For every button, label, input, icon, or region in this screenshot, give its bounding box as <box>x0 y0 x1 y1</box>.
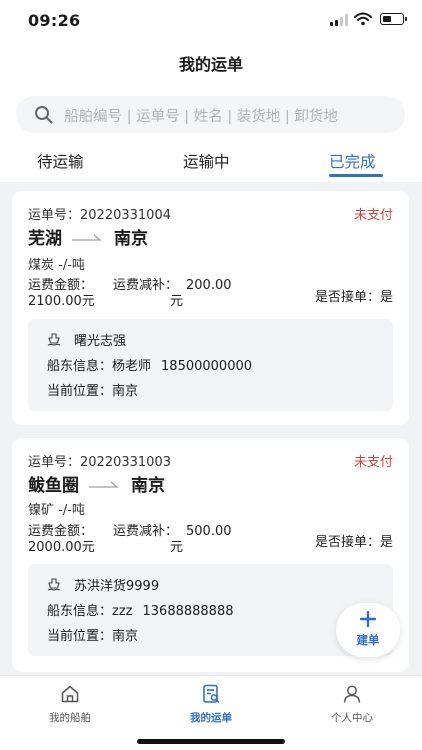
tabbar-label: 我的运单 <box>190 712 232 724</box>
freight-amount: 运费金额： 2000.00元 <box>28 524 95 555</box>
cargo-info: 镍矿 -/-吨 <box>28 503 85 518</box>
owner-info: 船东信息：zzz 13688888888 <box>47 604 234 619</box>
tabbar-label: 个人中心 <box>331 712 373 724</box>
freight-subsidy: 运费减补： 200.00 元 <box>113 278 232 309</box>
tabbar-item-my-ships[interactable]: 我的船舶 <box>20 684 120 725</box>
home-indicator <box>137 739 285 744</box>
ship-icon <box>47 578 61 591</box>
origin: 鲅鱼圈 <box>28 476 79 496</box>
payment-status-badge: 未支付 <box>353 208 393 223</box>
current-position: 当前位置：南京 <box>47 629 139 644</box>
accept-status: 是否接单：是 <box>314 290 393 305</box>
create-order-label: 建单 <box>356 633 380 647</box>
waybill-number: 运单号：20220331003 <box>28 455 171 470</box>
ship-icon <box>47 333 61 346</box>
current-position: 当前位置：南京 <box>47 384 139 399</box>
destination: 南京 <box>131 476 165 496</box>
person-icon <box>343 685 361 703</box>
route-arrow-icon <box>72 234 102 241</box>
origin: 芜湖 <box>28 229 62 249</box>
tabbar-item-profile[interactable]: 个人中心 <box>302 684 402 725</box>
ship-name: 苏洪洋货9999 <box>74 579 160 594</box>
battery-icon <box>380 13 407 25</box>
tabbar-label: 我的船舶 <box>49 712 91 724</box>
wifi-icon <box>354 12 372 26</box>
ship-name: 曙光志强 <box>74 334 127 349</box>
search-icon <box>35 106 53 124</box>
tab-in-transit[interactable]: 运输中 <box>183 150 230 172</box>
page-title: 我的运单 <box>178 55 243 74</box>
route-arrow-icon <box>89 481 119 488</box>
create-order-button[interactable]: 建单 <box>336 603 400 657</box>
accept-status: 是否接单：是 <box>314 535 393 550</box>
status-bar: 09:26 <box>0 0 422 40</box>
route: 鲅鱼圈 南京 <box>28 471 165 496</box>
cellular-signal-icon <box>330 14 348 26</box>
tabbar-item-my-waybills[interactable]: 我的运单 <box>161 684 261 725</box>
waybill-icon <box>203 684 220 703</box>
search-input[interactable]: 船舶编号 | 运单号 | 姓名 | 装货地 | 卸货地 <box>16 96 405 133</box>
tab-pending[interactable]: 待运输 <box>37 150 84 172</box>
destination: 南京 <box>114 229 148 249</box>
order-card[interactable]: 运单号：20220331004 未支付 芜湖 南京 煤炭 -/-吨 运费金额： 2… <box>12 191 409 425</box>
status-time: 09:26 <box>28 11 81 30</box>
waybill-number: 运单号：20220331004 <box>28 208 171 223</box>
owner-info: 船东信息：杨老师 18500000000 <box>47 359 253 374</box>
active-tab-indicator <box>329 174 383 177</box>
freight-subsidy: 运费减补： 500.00 元 <box>113 524 232 555</box>
ship-info-panel: 曙光志强 船东信息：杨老师 18500000000 当前位置：南京 <box>28 319 393 411</box>
route: 芜湖 南京 <box>28 224 148 249</box>
tab-completed[interactable]: 已完成 <box>329 150 376 172</box>
plus-icon <box>360 611 376 627</box>
house-icon <box>61 685 79 703</box>
payment-status-badge: 未支付 <box>353 455 393 470</box>
cargo-info: 煤炭 -/-吨 <box>28 258 85 273</box>
search-placeholder: 船舶编号 | 运单号 | 姓名 | 装货地 | 卸货地 <box>64 109 338 125</box>
freight-amount: 运费金额： 2100.00元 <box>28 278 95 309</box>
